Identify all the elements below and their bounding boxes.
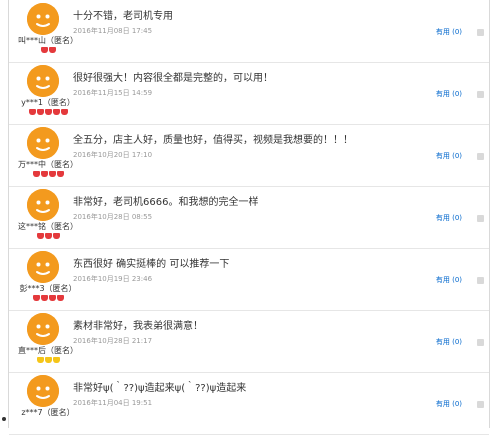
user-level-gems xyxy=(9,47,87,53)
red-diamond-icon xyxy=(56,171,64,177)
user-name: 这***铭（匿名） xyxy=(18,222,78,231)
red-diamond-icon xyxy=(44,109,52,115)
user-level-gems xyxy=(9,171,87,177)
user-avatar-icon xyxy=(27,251,59,283)
red-diamond-icon xyxy=(40,171,48,177)
red-diamond-icon xyxy=(48,295,56,301)
review-date: 2016年10月28日 21:17 xyxy=(73,337,153,345)
row-scroll-icon xyxy=(477,277,484,284)
user-name: 万***中（匿名） xyxy=(18,160,78,169)
red-diamond-icon xyxy=(32,171,40,177)
review-date: 2016年10月19日 23:46 xyxy=(73,275,153,283)
user-avatar-icon xyxy=(27,189,59,221)
user-name: z***7（匿名） xyxy=(21,408,75,417)
user-name: 直***后（匿名） xyxy=(18,346,78,355)
red-diamond-icon xyxy=(52,109,60,115)
review-content: 很好很强大！内容很全都是完整的，可以用！ xyxy=(73,73,273,84)
review-content: 东西很好 确实挺棒的 可以推荐一下 xyxy=(73,259,230,270)
review-item: 叫***山（匿名） 十分不错，老司机专用 2016年11月08日 17:45 有用 (… xyxy=(9,0,489,63)
user-name: y***1（匿名） xyxy=(21,98,75,107)
red-diamond-icon xyxy=(40,47,48,53)
review-content: 素材非常好，我表弟很满意！ xyxy=(73,321,203,332)
user-name: 彭***3（匿名） xyxy=(19,284,77,293)
red-diamond-icon xyxy=(52,233,60,239)
red-diamond-icon xyxy=(60,109,68,115)
row-scroll-icon xyxy=(477,29,484,36)
review-content: 非常好ψ(｀??)ψ造起来ψ(｀??)ψ造起来 xyxy=(73,383,247,394)
yellow-diamond-icon xyxy=(52,357,60,363)
review-item: 这***铭（匿名） 非常好，老司机6666。和我想的完全一样 2016年10月28日… xyxy=(9,186,489,249)
user-level-gems xyxy=(9,109,87,115)
review-content: 十分不错，老司机专用 xyxy=(73,11,173,22)
row-scroll-icon xyxy=(477,91,484,98)
review-date: 2016年11月04日 19:51 xyxy=(73,399,153,407)
review-content: 非常好，老司机6666。和我想的完全一样 xyxy=(73,197,259,208)
useful-button[interactable]: 有用 (0) xyxy=(436,27,462,37)
review-list: 叫***山（匿名） 十分不错，老司机专用 2016年11月08日 17:45 有用 (… xyxy=(8,0,490,435)
user-avatar-icon xyxy=(27,127,59,159)
review-date: 2016年10月20日 17:10 xyxy=(73,151,153,159)
red-diamond-icon xyxy=(56,295,64,301)
user-avatar-icon xyxy=(27,3,59,35)
review-date: 2016年10月28日 08:55 xyxy=(73,213,153,221)
red-diamond-icon xyxy=(48,47,56,53)
red-diamond-icon xyxy=(36,233,44,239)
red-diamond-icon xyxy=(28,109,36,115)
useful-button[interactable]: 有用 (0) xyxy=(436,399,462,409)
row-scroll-icon xyxy=(477,215,484,222)
red-diamond-icon xyxy=(36,109,44,115)
red-diamond-icon xyxy=(48,171,56,177)
user-avatar-icon xyxy=(27,313,59,345)
user-avatar-icon xyxy=(27,65,59,97)
review-item: 直***后（匿名） 素材非常好，我表弟很满意！ 2016年10月28日 21:17 有… xyxy=(9,310,489,373)
red-diamond-icon xyxy=(32,295,40,301)
red-diamond-icon xyxy=(40,295,48,301)
review-content: 全五分，店主人好，质量也好，值得买，视频是我想要的！！！ xyxy=(73,135,353,146)
yellow-diamond-icon xyxy=(44,357,52,363)
row-scroll-icon xyxy=(477,401,484,408)
review-item: 彭***3（匿名） 东西很好 确实挺棒的 可以推荐一下 2016年10月19日 23… xyxy=(9,248,489,311)
review-date: 2016年11月08日 17:45 xyxy=(73,27,153,35)
review-item: y***1（匿名） 很好很强大！内容很全都是完整的，可以用！ 2016年11月15日… xyxy=(9,62,489,125)
useful-button[interactable]: 有用 (0) xyxy=(436,151,462,161)
yellow-diamond-icon xyxy=(36,357,44,363)
list-bullet xyxy=(2,417,6,421)
user-level-gems xyxy=(9,295,87,301)
red-diamond-icon xyxy=(44,233,52,239)
user-name: 叫***山（匿名） xyxy=(18,36,78,45)
useful-button[interactable]: 有用 (0) xyxy=(436,337,462,347)
user-avatar-icon xyxy=(27,375,59,407)
review-item: 万***中（匿名） 全五分，店主人好，质量也好，值得买，视频是我想要的！！！ 201… xyxy=(9,124,489,187)
review-date: 2016年11月15日 14:59 xyxy=(73,89,153,97)
useful-button[interactable]: 有用 (0) xyxy=(436,213,462,223)
useful-button[interactable]: 有用 (0) xyxy=(436,89,462,99)
useful-button[interactable]: 有用 (0) xyxy=(436,275,462,285)
row-scroll-icon xyxy=(477,153,484,160)
user-level-gems xyxy=(9,357,87,363)
row-scroll-icon xyxy=(477,339,484,346)
user-level-gems xyxy=(9,233,87,239)
review-item: z***7（匿名） 非常好ψ(｀??)ψ造起来ψ(｀??)ψ造起来 2016年11月… xyxy=(9,372,489,435)
